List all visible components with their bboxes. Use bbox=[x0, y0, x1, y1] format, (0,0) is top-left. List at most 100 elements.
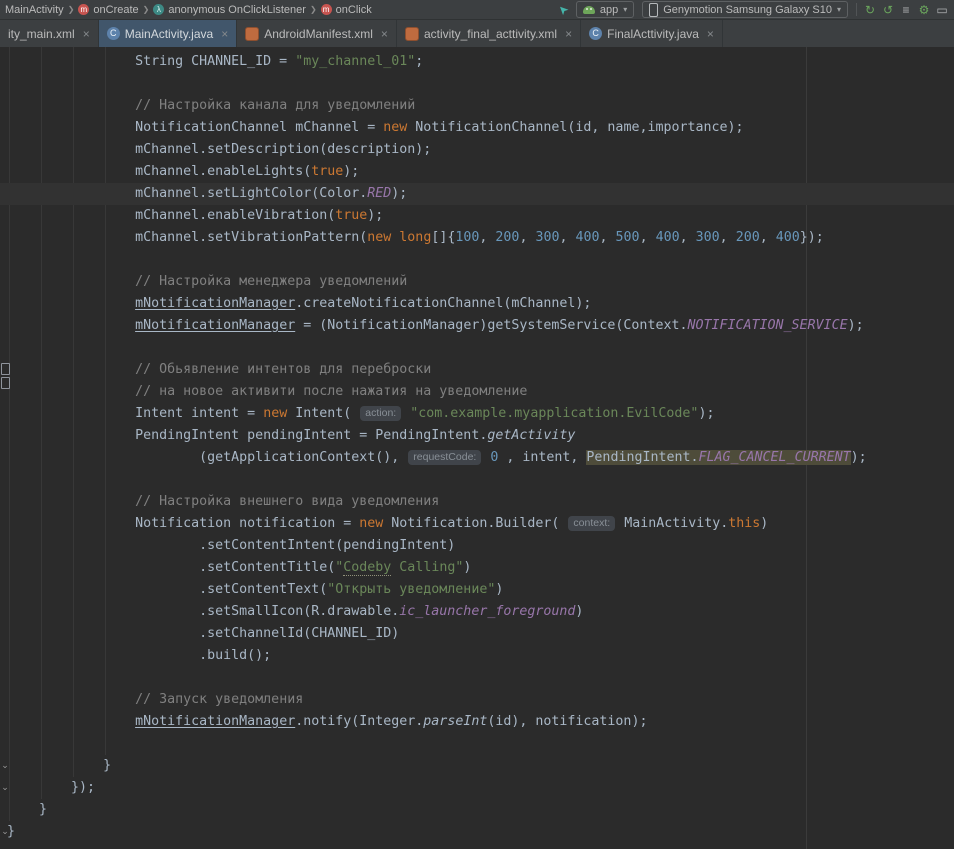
code-token: = (NotificationManager)getSystemService(… bbox=[295, 318, 687, 333]
inlay-hint: context: bbox=[568, 516, 615, 531]
inlay-hint: action: bbox=[360, 406, 401, 421]
code-token: .createNotificationChannel(mChannel); bbox=[295, 296, 591, 311]
code-token: , bbox=[680, 230, 696, 245]
code-token bbox=[7, 98, 135, 113]
settings-gear-icon[interactable]: ⚙ bbox=[915, 4, 933, 16]
run-configuration-selector[interactable]: app ▾ bbox=[576, 1, 634, 18]
code-line: NotificationChannel mChannel = new Notif… bbox=[0, 117, 954, 139]
close-icon[interactable]: × bbox=[221, 28, 228, 40]
code-line: mChannel.setDescription(description); bbox=[0, 139, 954, 161]
breadcrumb-onclick[interactable]: m onClick bbox=[319, 4, 374, 16]
tab-label: ity_main.xml bbox=[8, 27, 75, 41]
code-token: FLAG_CANCEL_CURRENT bbox=[699, 450, 851, 465]
code-token: 200 bbox=[495, 230, 519, 245]
breadcrumb-oncreate[interactable]: m onCreate bbox=[76, 4, 140, 16]
code-line: }); bbox=[0, 777, 954, 799]
device-label: Genymotion Samsung Galaxy S10 bbox=[663, 4, 832, 16]
chevron-down-icon: ▾ bbox=[837, 5, 841, 14]
code-token: long bbox=[399, 230, 431, 245]
fold-arrow-icon[interactable]: ⌄ bbox=[0, 782, 10, 792]
code-token: 200 bbox=[736, 230, 760, 245]
code-token: , bbox=[600, 230, 616, 245]
code-line bbox=[0, 733, 954, 755]
code-line: mNotificationManager = (NotificationMana… bbox=[0, 315, 954, 337]
code-token: } bbox=[7, 758, 111, 773]
code-token: 300 bbox=[535, 230, 559, 245]
code-token: true bbox=[335, 208, 367, 223]
code-token: "my_channel_01" bbox=[295, 54, 415, 69]
code-editor[interactable]: String CHANNEL_ID = "my_channel_01"; // … bbox=[0, 47, 954, 849]
code-token: ) bbox=[463, 560, 471, 575]
code-token: []{ bbox=[431, 230, 455, 245]
apply-changes-icon[interactable]: ↻ bbox=[861, 4, 879, 16]
code-line: mNotificationManager.createNotificationC… bbox=[0, 293, 954, 315]
code-token: this bbox=[728, 516, 760, 531]
profiler-icon[interactable]: ≡ bbox=[897, 4, 915, 16]
navigation-toolbar: MainActivity ❯ m onCreate ❯ λ anonymous … bbox=[0, 0, 954, 20]
code-token: String CHANNEL_ID = bbox=[7, 54, 295, 69]
code-token: ); bbox=[391, 186, 407, 201]
attach-debugger-icon[interactable]: ➤ bbox=[552, 0, 573, 20]
code-token: NotificationChannel mChannel = bbox=[7, 120, 383, 135]
gutter-marker-icon[interactable] bbox=[1, 377, 10, 389]
code-token: ); bbox=[851, 450, 867, 465]
code-token: MainActivity. bbox=[616, 516, 728, 531]
code-token: ); bbox=[848, 318, 864, 333]
close-icon[interactable]: × bbox=[565, 28, 572, 40]
code-token: Codeby bbox=[343, 560, 391, 576]
code-token: // Настройка внешнего вида уведомления bbox=[135, 494, 439, 509]
code-line: } bbox=[0, 755, 954, 777]
code-token: .notify(Integer. bbox=[295, 714, 423, 729]
code-token: mChannel.setLightColor(Color. bbox=[7, 186, 367, 201]
fold-arrow-icon[interactable]: ⌄ bbox=[0, 826, 10, 836]
close-icon[interactable]: × bbox=[707, 28, 714, 40]
method-icon: m bbox=[321, 4, 332, 15]
code-line: // Обьявление интентов для переброски bbox=[0, 359, 954, 381]
code-token: Calling" bbox=[391, 560, 463, 575]
code-line: .setChannelId(CHANNEL_ID) bbox=[0, 623, 954, 645]
device-manager-icon[interactable]: ▭ bbox=[933, 4, 951, 16]
code-token: , bbox=[760, 230, 776, 245]
close-icon[interactable]: × bbox=[83, 28, 90, 40]
code-token: 100 bbox=[455, 230, 479, 245]
code-line: .setContentText("Открыть уведомление") bbox=[0, 579, 954, 601]
code-token: ); bbox=[343, 164, 359, 179]
apply-code-changes-icon[interactable]: ↺ bbox=[879, 4, 897, 16]
code-token bbox=[7, 362, 135, 377]
device-selector[interactable]: Genymotion Samsung Galaxy S10 ▾ bbox=[642, 1, 848, 18]
code-token: , bbox=[720, 230, 736, 245]
code-token: Notification.Builder( bbox=[383, 516, 567, 531]
close-icon[interactable]: × bbox=[381, 28, 388, 40]
tab-finalacttivity-java[interactable]: C FinalActtivity.java × bbox=[581, 20, 723, 47]
tab-activity-final-acttivity-xml[interactable]: activity_final_acttivity.xml × bbox=[397, 20, 581, 47]
fold-arrow-icon[interactable]: ⌄ bbox=[0, 760, 10, 770]
tab-mainactivity-java[interactable]: C MainActivity.java × bbox=[99, 20, 238, 47]
code-token: } bbox=[7, 802, 47, 817]
code-line: String CHANNEL_ID = "my_channel_01"; bbox=[0, 51, 954, 73]
tab-activity-main-xml[interactable]: ity_main.xml × bbox=[0, 20, 99, 47]
code-token: "Открыть уведомление" bbox=[327, 582, 495, 597]
tab-androidmanifest-xml[interactable]: AndroidManifest.xml × bbox=[237, 20, 397, 47]
code-token: mNotificationManager bbox=[135, 296, 295, 311]
code-line: // Настройка менеджера уведомлений bbox=[0, 271, 954, 293]
code-token: PendingIntent pendingIntent = PendingInt… bbox=[7, 428, 487, 443]
code-lines: String CHANNEL_ID = "my_channel_01"; // … bbox=[0, 47, 954, 843]
code-token: mChannel.setVibrationPattern( bbox=[7, 230, 367, 245]
chevron-right-icon: ❯ bbox=[310, 5, 317, 14]
run-configuration-label: app bbox=[600, 4, 618, 16]
java-class-icon: C bbox=[107, 27, 120, 40]
code-token: parseInt bbox=[423, 714, 487, 729]
breadcrumb-label: MainActivity bbox=[5, 4, 64, 16]
breadcrumb-anonymous-class[interactable]: λ anonymous OnClickListener bbox=[151, 4, 308, 16]
code-token: .setSmallIcon(R.drawable. bbox=[7, 604, 399, 619]
breadcrumb-label: anonymous OnClickListener bbox=[168, 4, 306, 16]
code-token: 400 bbox=[656, 230, 680, 245]
code-token: (getApplicationContext(), bbox=[7, 450, 407, 465]
tab-label: activity_final_acttivity.xml bbox=[424, 27, 557, 41]
code-token: getActivity bbox=[487, 428, 575, 443]
breadcrumb-class[interactable]: MainActivity bbox=[3, 4, 66, 16]
code-line bbox=[0, 73, 954, 95]
gutter-marker-icon[interactable] bbox=[1, 363, 10, 375]
code-token: Notification notification = bbox=[7, 516, 359, 531]
tab-label: AndroidManifest.xml bbox=[264, 27, 373, 41]
